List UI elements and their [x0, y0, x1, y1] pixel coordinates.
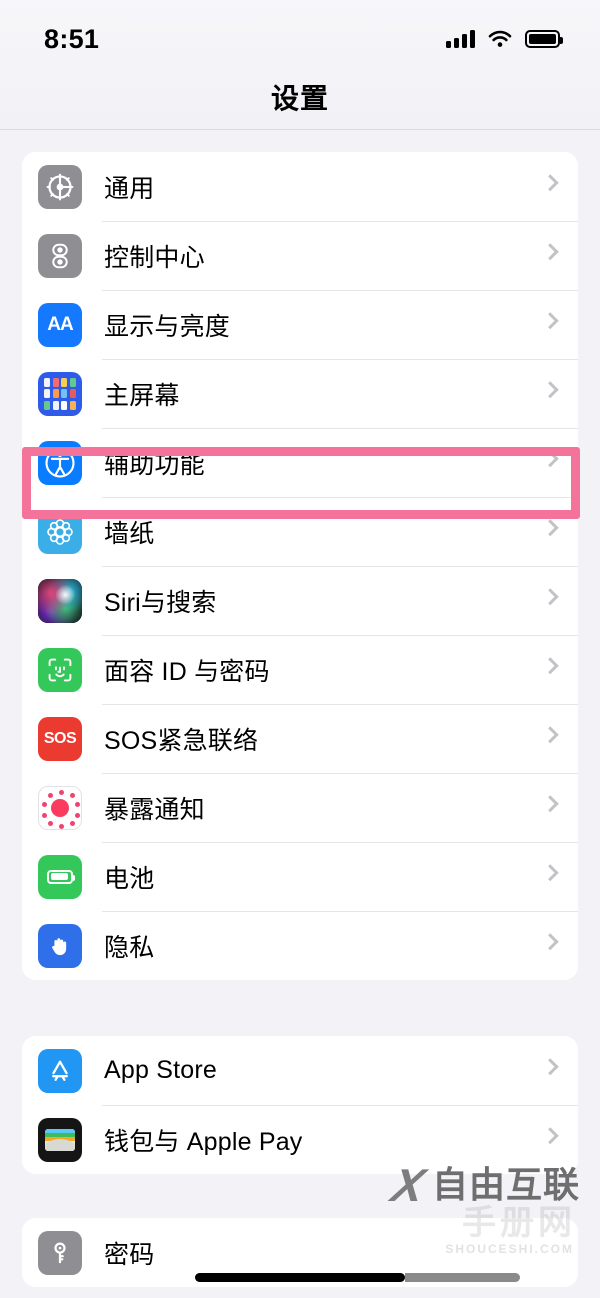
settings-row-display-brightness[interactable]: AA 显示与亮度 — [22, 290, 578, 359]
app-store-icon — [38, 1048, 82, 1093]
settings-row-label: 暴露通知 — [104, 795, 205, 824]
sos-icon: SOS — [38, 716, 82, 761]
settings-row-label: 面容 ID 与密码 — [104, 657, 270, 686]
wifi-icon — [488, 30, 512, 47]
settings-row-label: SOS紧急联络 — [104, 726, 259, 755]
exposure-notification-icon — [38, 785, 82, 830]
status-bar-indicators — [446, 30, 563, 48]
navigation-bar: 设置 — [0, 64, 600, 130]
settings-row-label: 密码 — [104, 1240, 155, 1269]
settings-row-label: Siri与搜索 — [104, 588, 217, 617]
face-id-icon — [38, 647, 82, 692]
chevron-right-icon — [541, 311, 559, 329]
battery-full-icon — [525, 30, 563, 48]
settings-row-siri-search[interactable]: Siri与搜索 — [22, 566, 578, 635]
settings-row-label: 隐私 — [104, 933, 155, 962]
chevron-right-icon — [541, 932, 559, 950]
settings-row-wallet-apple-pay[interactable]: App Store 钱包与 Apple Pay — [22, 1105, 578, 1174]
settings-row-face-id-passcode[interactable]: 面容 ID 与密码 — [22, 635, 578, 704]
wallet-icon — [38, 1117, 82, 1162]
chevron-right-icon — [541, 449, 559, 467]
settings-row-wallpaper[interactable]: 墙纸 — [22, 497, 578, 566]
chevron-right-icon — [541, 380, 559, 398]
status-bar-time: 8:51 — [44, 23, 100, 54]
settings-row-label: 电池 — [104, 864, 155, 893]
settings-row-battery[interactable]: 电池 — [22, 842, 578, 911]
settings-row-home-screen[interactable]: 主屏幕 — [22, 359, 578, 428]
chevron-right-icon — [541, 587, 559, 605]
settings-row-control-center[interactable]: 控制中心 — [22, 221, 578, 290]
chevron-right-icon — [541, 656, 559, 674]
settings-group-store: App Store App Store 钱包与 Apple Pay — [22, 1036, 578, 1174]
aa-glyph: AA — [47, 313, 73, 335]
privacy-hand-icon — [38, 923, 82, 968]
wallpaper-icon — [38, 509, 82, 554]
status-bar: 8:51 — [0, 0, 600, 64]
settings-row-label: App Store — [104, 1056, 217, 1084]
chevron-right-icon — [541, 725, 559, 743]
chevron-right-icon — [541, 242, 559, 260]
settings-row-privacy[interactable]: 隐私 — [22, 911, 578, 980]
accessibility-icon — [38, 440, 82, 485]
settings-row-label: 辅助功能 — [104, 450, 205, 479]
settings-scroll-view[interactable]: 通用 控制中心 AA 显示与亮度 主屏幕 辅助功能 墙纸 Siri与搜索 面容 … — [0, 152, 600, 1287]
chevron-right-icon — [541, 1126, 559, 1144]
chevron-right-icon — [541, 794, 559, 812]
sos-glyph: SOS — [43, 729, 77, 747]
chevron-right-icon — [541, 518, 559, 536]
settings-row-app-store[interactable]: App Store — [22, 1036, 578, 1105]
settings-row-label: 主屏幕 — [104, 381, 180, 410]
gear-icon — [38, 164, 82, 209]
settings-row-sos[interactable]: SOS SOS紧急联络 — [22, 704, 578, 773]
settings-row-label: 钱包与 Apple Pay — [104, 1127, 303, 1156]
settings-group-main: 通用 控制中心 AA 显示与亮度 主屏幕 辅助功能 墙纸 Siri与搜索 面容 … — [22, 152, 578, 980]
battery-icon — [38, 854, 82, 899]
aa-text-icon: AA — [38, 302, 82, 347]
toggles-icon — [38, 233, 82, 278]
settings-row-general[interactable]: 通用 — [22, 152, 578, 221]
page-title: 设置 — [270, 82, 329, 114]
settings-row-label: 通用 — [104, 174, 155, 203]
home-screen-icon — [38, 371, 82, 416]
chevron-right-icon — [541, 173, 559, 191]
chevron-right-icon — [541, 1057, 559, 1075]
settings-row-exposure-notifications[interactable]: 暴露通知 — [22, 773, 578, 842]
settings-row-accessibility[interactable]: 辅助功能 — [22, 428, 578, 497]
home-indicator[interactable] — [195, 1273, 520, 1282]
cellular-bars-icon — [446, 30, 475, 48]
settings-row-label: 显示与亮度 — [104, 312, 231, 341]
key-icon — [38, 1230, 82, 1275]
chevron-right-icon — [541, 863, 559, 881]
siri-icon — [38, 578, 82, 623]
settings-row-label: 控制中心 — [104, 243, 205, 272]
settings-row-label: 墙纸 — [104, 519, 155, 548]
